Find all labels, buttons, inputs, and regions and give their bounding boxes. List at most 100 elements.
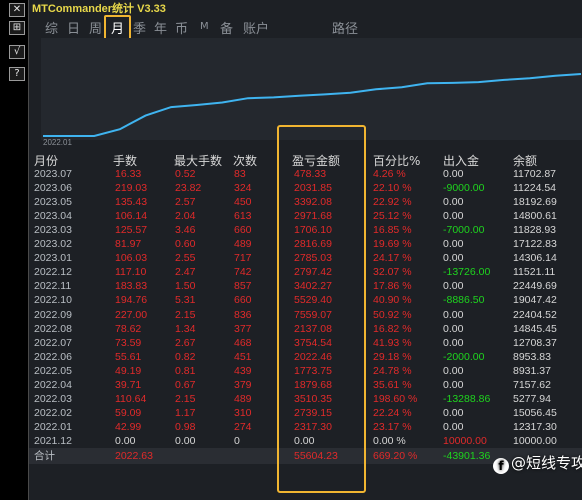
cell-balance: 11828.93: [513, 224, 557, 237]
cell-percent: 22.92 %: [373, 196, 412, 209]
tab-notes[interactable]: 备: [220, 18, 233, 37]
cell-lots: 227.00: [115, 308, 148, 321]
cell-percent: 24.78 %: [373, 364, 412, 377]
cell-balance: 22404.52: [513, 308, 557, 321]
tab-day[interactable]: 日: [67, 18, 80, 37]
tab-path[interactable]: 路径: [332, 18, 358, 37]
cell-balance: 18192.69: [513, 196, 557, 209]
cell-count: 83: [234, 168, 246, 180]
cell-month: 2022.11: [34, 280, 72, 293]
cell-percent: 32.07 %: [373, 266, 412, 279]
stats-window: MTCommander统计 V3.33 综 日 周 月 季 年 币 M 备 账户…: [28, 0, 582, 500]
cell-percent: 19.69 %: [373, 238, 412, 251]
cell-percent: 50.92 %: [373, 308, 412, 321]
cell-deposit: -9000.00: [443, 182, 485, 195]
cell-count: 377: [234, 322, 252, 335]
help-icon[interactable]: ?: [9, 67, 25, 81]
cell-count: 468: [234, 336, 252, 349]
facebook-icon: f: [493, 458, 509, 474]
cell-balance: 11224.54: [513, 182, 557, 195]
cell-percent: 17.86 %: [373, 280, 412, 293]
cell-percent: 40.90 %: [373, 294, 412, 307]
cell-percent: 16.85 %: [373, 224, 412, 237]
cell-balance: 8931.37: [513, 364, 551, 377]
cell-month: 2023.05: [34, 196, 72, 209]
cell-lots: 219.03: [115, 182, 148, 195]
cell-balance: 5277.94: [513, 392, 551, 405]
cell-balance: 8953.83: [513, 350, 551, 363]
cell-count: 742: [234, 266, 252, 279]
tab-year[interactable]: 年: [154, 18, 167, 37]
cell-month: 2022.06: [34, 350, 72, 363]
cell-max-lots: 0.98: [175, 420, 196, 433]
cell-balance: 12708.37: [513, 336, 557, 349]
tab-quarter[interactable]: 季: [133, 18, 146, 37]
cell-deposit: 0.00: [443, 420, 464, 433]
cell-max-lots: 2.47: [175, 266, 196, 279]
cell-balance: 12317.30: [513, 420, 557, 433]
cell-deposit: -13288.86: [443, 392, 491, 405]
cell-balance: 22449.69: [513, 280, 557, 293]
cell-max-lots: 0.00: [175, 434, 196, 447]
cell-percent: 4.26 %: [373, 168, 406, 180]
tab-m[interactable]: M: [200, 21, 209, 32]
cell-lots: 39.71: [115, 378, 142, 391]
cell-lots: 49.19: [115, 364, 142, 377]
cell-max-lots: 0.82: [175, 350, 196, 363]
cell-count: 836: [234, 308, 252, 321]
cell-deposit: 0.00: [443, 406, 464, 419]
cell-lots: 183.83: [115, 280, 148, 293]
cell-month: 2022.12: [34, 266, 72, 279]
cell-balance: 19047.42: [513, 294, 557, 307]
cell-max-lots: 23.82: [175, 182, 202, 195]
cell-deposit: 0.00: [443, 168, 464, 180]
cell-count: 274: [234, 420, 252, 433]
cell-count: 379: [234, 378, 252, 391]
cell-lots: 59.09: [115, 406, 142, 419]
cell-month: 2022.05: [34, 364, 72, 377]
tab-account[interactable]: 账户: [243, 18, 269, 37]
cell-month: 2023.01: [34, 252, 72, 265]
cell-deposit: 0.00: [443, 308, 464, 321]
cell-lots: 125.57: [115, 224, 148, 237]
tab-summary[interactable]: 综: [45, 18, 58, 37]
tab-week[interactable]: 周: [89, 18, 102, 37]
cell-month: 2023.06: [34, 182, 72, 195]
total-deposit: -43901.36: [443, 450, 491, 462]
watermark-text: @短线专攻: [511, 454, 582, 472]
cell-lots: 78.62: [115, 322, 142, 335]
cell-lots: 0.00: [115, 434, 136, 447]
cell-max-lots: 0.52: [175, 168, 196, 180]
cell-percent: 23.17 %: [373, 420, 412, 433]
check-icon[interactable]: √: [9, 45, 25, 59]
cell-deposit: -2000.00: [443, 350, 485, 363]
cell-lots: 194.76: [115, 294, 148, 307]
cell-lots: 106.14: [115, 210, 148, 223]
title-bar: MTCommander统计 V3.33: [29, 0, 582, 15]
cell-month: 2023.02: [34, 238, 72, 251]
cell-count: 660: [234, 224, 252, 237]
cell-count: 489: [234, 238, 252, 251]
close-icon[interactable]: ✕: [9, 3, 25, 17]
cell-percent: 198.60 %: [373, 392, 418, 405]
cell-max-lots: 0.67: [175, 378, 196, 391]
cell-count: 857: [234, 280, 252, 293]
split-icon[interactable]: ⊞: [9, 21, 25, 35]
cell-lots: 42.99: [115, 420, 142, 433]
cell-max-lots: 0.81: [175, 364, 196, 377]
cell-max-lots: 5.31: [175, 294, 196, 307]
cell-balance: 10000.00: [513, 434, 557, 447]
total-lots: 2022.63: [115, 450, 153, 462]
cell-lots: 110.64: [115, 392, 147, 405]
cell-month: 2023.04: [34, 210, 72, 223]
cell-count: 450: [234, 196, 252, 209]
cell-lots: 106.03: [115, 252, 148, 265]
cell-month: 2022.03: [34, 392, 72, 405]
cell-month: 2022.02: [34, 406, 72, 419]
cell-deposit: -13726.00: [443, 266, 491, 279]
total-percent: 669.20 %: [373, 450, 418, 462]
chart-x-tick: 2022.01: [43, 138, 72, 147]
cell-max-lots: 2.55: [175, 252, 196, 265]
tab-currency[interactable]: 币: [175, 18, 188, 37]
cell-deposit: 0.00: [443, 252, 464, 265]
